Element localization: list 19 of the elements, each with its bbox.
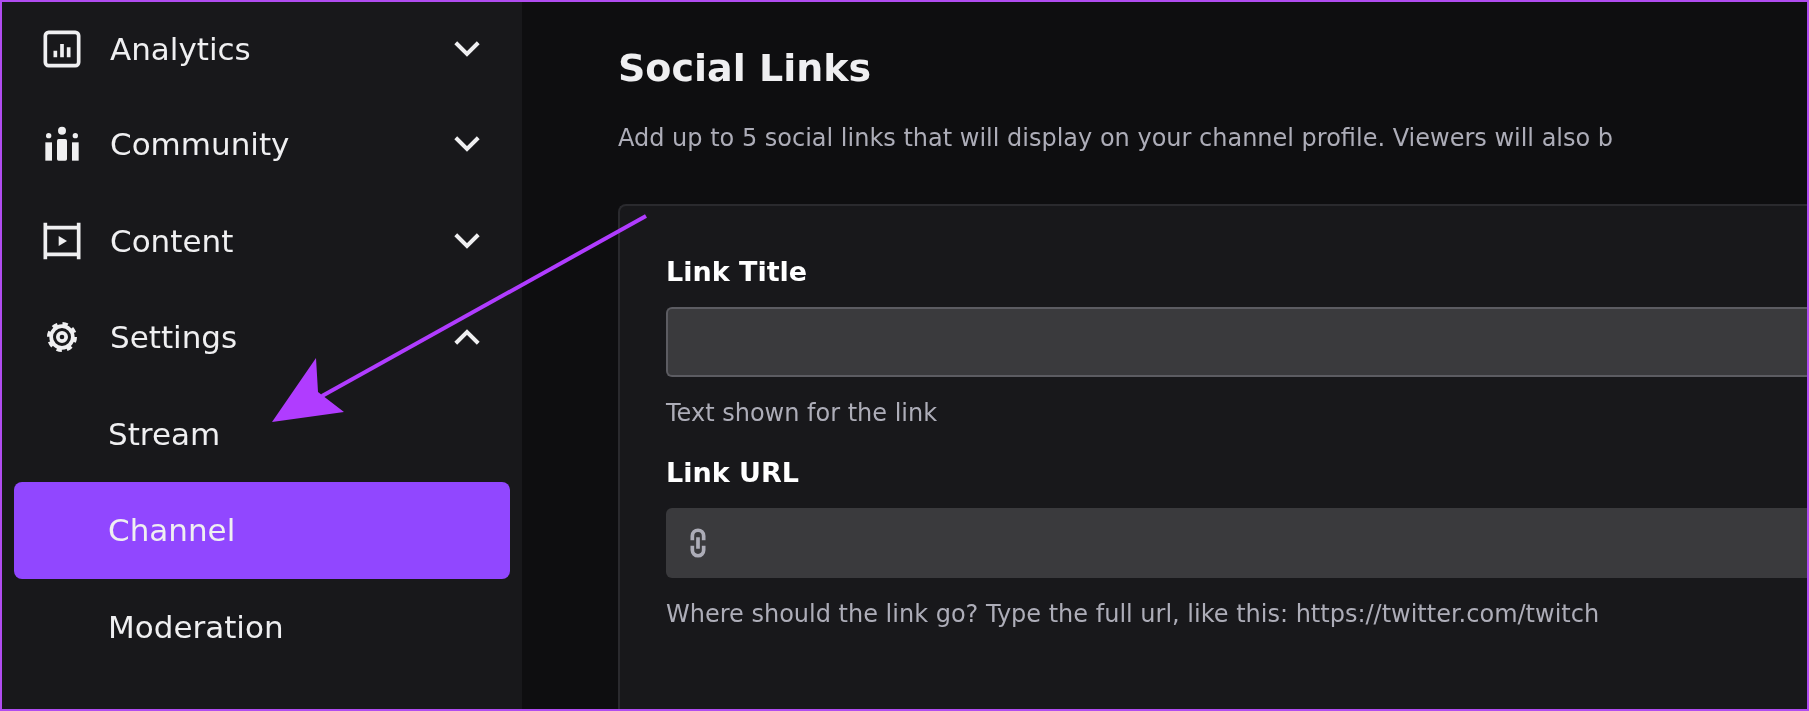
url-input-field[interactable]: [666, 508, 1807, 578]
sidebar-subitem[interactable]: Channel: [14, 482, 510, 579]
link-icon: [688, 526, 708, 560]
field-label: Link Title: [666, 256, 809, 287]
sidebar-subitem[interactable]: Stream: [14, 385, 510, 482]
sidebar-item[interactable]: Analytics: [2, 2, 522, 96]
section-description: Add up to 5 social links that will display on your channel profile. Viewers will also b: [618, 124, 1615, 152]
bar-chart-icon: [42, 29, 82, 69]
sidebar-subitem[interactable]: Moderation: [14, 578, 510, 675]
field-hint: Text shown for the link: [666, 399, 939, 427]
sidebar-item[interactable]: Content: [2, 192, 522, 289]
sidebar-item[interactable]: Settings: [2, 289, 522, 386]
field-hint: Where should the link go? Type the full url, like this: https://twitter.com/twitch: [666, 600, 1601, 628]
video-frame-icon: [42, 220, 82, 261]
chevron-icon: [452, 39, 482, 59]
section-title: Social Links: [618, 46, 873, 90]
field-label: Link URL: [666, 457, 800, 488]
input-field[interactable]: [666, 307, 1807, 377]
sidebar-item[interactable]: Community: [2, 96, 522, 193]
